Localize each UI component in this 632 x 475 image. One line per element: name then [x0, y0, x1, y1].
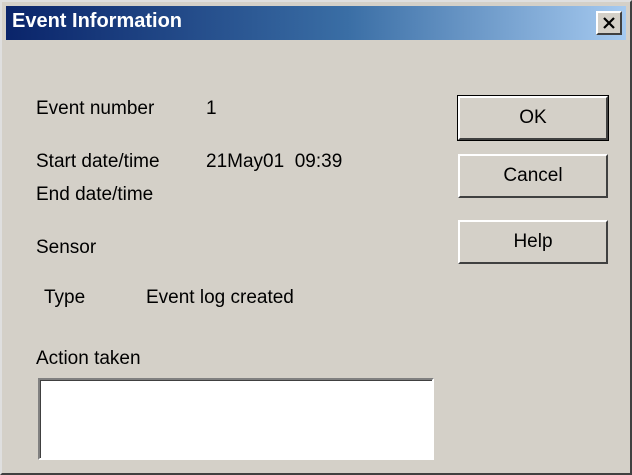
close-button[interactable] — [596, 11, 622, 35]
title-bar[interactable]: Event Information — [6, 6, 626, 40]
help-button[interactable]: Help — [458, 220, 608, 264]
ok-button[interactable]: OK — [457, 95, 609, 141]
start-datetime-label: Start date/time — [36, 151, 160, 172]
dialog-title: Event Information — [12, 10, 183, 32]
end-datetime-label: End date/time — [36, 184, 154, 205]
type-value: Event log created — [146, 287, 294, 308]
event-number-label: Event number — [36, 98, 155, 119]
event-information-dialog: Event Information Event number 1 Start d… — [0, 0, 632, 475]
action-taken-field[interactable] — [38, 378, 434, 460]
event-number-value: 1 — [206, 98, 217, 119]
action-taken-label: Action taken — [36, 348, 141, 369]
close-icon — [602, 16, 616, 30]
start-datetime-value: 21May01 09:39 — [206, 151, 343, 172]
type-label: Type — [44, 287, 86, 308]
cancel-button[interactable]: Cancel — [458, 154, 608, 198]
sensor-label: Sensor — [36, 237, 97, 258]
